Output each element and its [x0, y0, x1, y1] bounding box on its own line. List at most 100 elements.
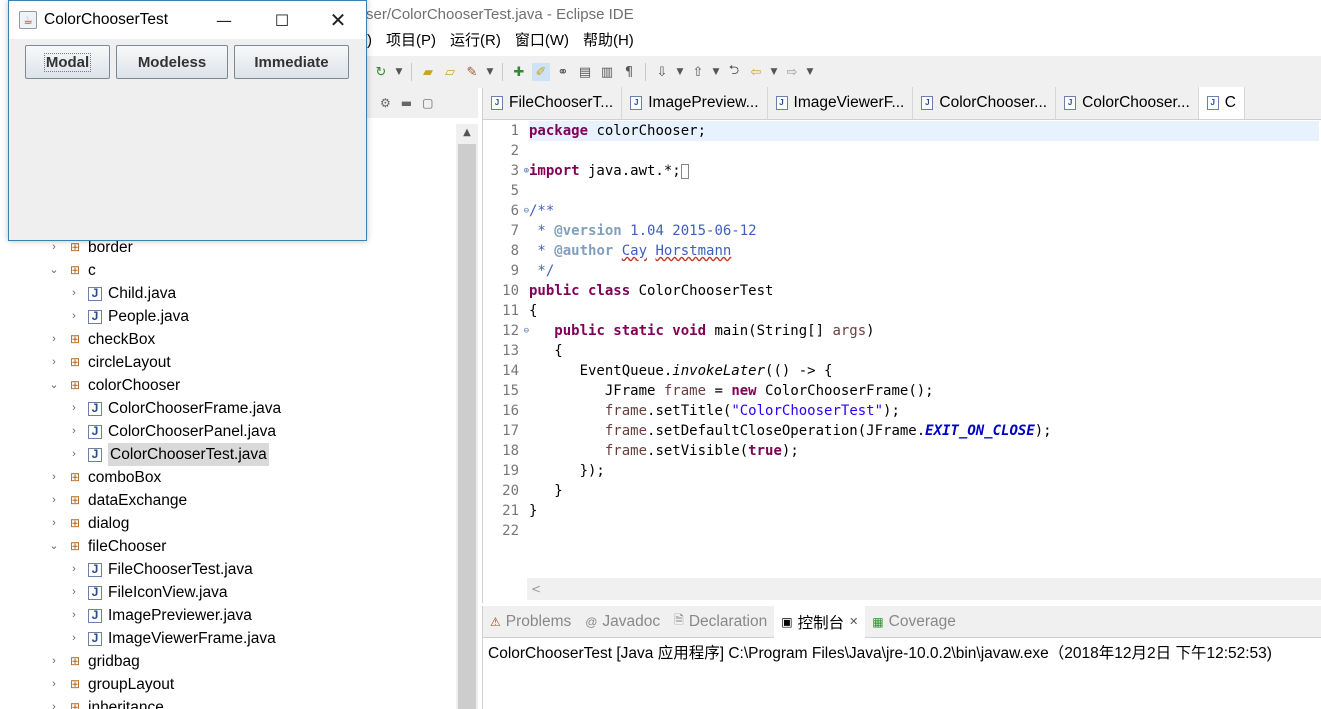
- chevron-right-icon[interactable]: ›: [68, 604, 80, 627]
- modeless-button[interactable]: Modeless: [116, 45, 228, 79]
- tree-package-row[interactable]: › ⊞ groupLayout: [0, 673, 456, 696]
- tab-console[interactable]: ▣ 控制台 ✕: [774, 605, 866, 638]
- wand-icon[interactable]: ✎: [463, 63, 481, 81]
- tab-coverage[interactable]: ▦ Coverage: [865, 606, 963, 638]
- open-project-icon[interactable]: ▱: [441, 63, 459, 81]
- tab-imageviewerframe[interactable]: J ImageViewerF...: [768, 87, 914, 119]
- menu-item-run[interactable]: 运行(R): [443, 30, 508, 52]
- java-file-icon: J: [88, 447, 102, 462]
- maximize-button[interactable]: ☐: [253, 1, 311, 39]
- tree-package-row[interactable]: › ⊞ circleLayout: [0, 351, 456, 374]
- window-titlebar[interactable]: ☕ ColorChooserTest — ☐ ✕: [9, 1, 366, 39]
- chevron-right-icon[interactable]: ›: [68, 397, 80, 420]
- tree-package-row[interactable]: › ⊞ dialog: [0, 512, 456, 535]
- tree-package-row[interactable]: ⌄ ⊞ c: [0, 259, 456, 282]
- tree-package-row[interactable]: ⌄ ⊞ colorChooser: [0, 374, 456, 397]
- tree-file-row[interactable]: › J ImagePreviewer.java: [0, 604, 456, 627]
- chevron-right-icon[interactable]: ›: [68, 627, 80, 650]
- scrollbar-thumb[interactable]: [458, 144, 476, 709]
- chevron-right-icon[interactable]: ›: [68, 420, 80, 443]
- tree-package-row[interactable]: › ⊞ inheritance: [0, 696, 456, 709]
- immediate-button[interactable]: Immediate: [234, 45, 349, 79]
- tab-javadoc[interactable]: @ Javadoc: [578, 606, 667, 638]
- tree-file-row[interactable]: › J ColorChooserPanel.java: [0, 420, 456, 443]
- tab-imagepreviewer[interactable]: J ImagePreview...: [622, 87, 768, 119]
- chevron-down-icon[interactable]: ⌄: [48, 259, 60, 282]
- forward-icon[interactable]: ⇨: [783, 63, 801, 81]
- prev-annotation-icon[interactable]: ⇧: [689, 63, 707, 81]
- tab-filechoosertest[interactable]: J FileChooserT...: [483, 87, 623, 119]
- tree-package-row[interactable]: › ⊞ dataExchange: [0, 489, 456, 512]
- tab-colorchooser-2[interactable]: J ColorChooser...: [1056, 87, 1199, 119]
- open-folder-icon[interactable]: ▰: [419, 63, 437, 81]
- chevron-right-icon[interactable]: ›: [48, 489, 60, 512]
- tree-item-label: c: [88, 262, 96, 279]
- maximize-view-icon[interactable]: ▢: [422, 96, 433, 110]
- tree-package-row[interactable]: › ⊞ gridbag: [0, 650, 456, 673]
- java-file-icon: J: [88, 286, 102, 301]
- modal-button[interactable]: Modal: [25, 45, 110, 79]
- tree-package-row[interactable]: ⌄ ⊞ fileChooser: [0, 535, 456, 558]
- next-annotation-icon[interactable]: ⇩: [653, 63, 671, 81]
- tree-file-row[interactable]: › J FileIconView.java: [0, 581, 456, 604]
- tab-colorchooser-1[interactable]: J ColorChooser...: [913, 87, 1057, 119]
- highlight-icon[interactable]: ✐: [532, 63, 550, 81]
- tree-package-row[interactable]: › ⊞ checkBox: [0, 328, 456, 351]
- chevron-right-icon[interactable]: ›: [68, 443, 80, 466]
- close-icon[interactable]: ✕: [849, 615, 858, 628]
- chevron-right-icon[interactable]: ›: [48, 512, 60, 535]
- scroll-left-icon[interactable]: <: [531, 578, 541, 600]
- menu-item-window[interactable]: 窗口(W): [508, 30, 576, 52]
- chevron-right-icon[interactable]: ›: [68, 282, 80, 305]
- pin-icon[interactable]: ✚: [510, 63, 528, 81]
- menu-item-project[interactable]: 项目(P): [379, 30, 443, 52]
- tree-file-row[interactable]: › J ImageViewerFrame.java: [0, 627, 456, 650]
- scroll-up-icon[interactable]: ▲: [456, 124, 478, 142]
- explorer-scrollbar[interactable]: ▲: [456, 124, 478, 709]
- back-icon[interactable]: ⇦: [747, 63, 765, 81]
- chevron-right-icon[interactable]: ›: [48, 650, 60, 673]
- chevron-right-icon[interactable]: ›: [68, 558, 80, 581]
- tree-file-row[interactable]: › J FileChooserTest.java: [0, 558, 456, 581]
- code-editor[interactable]: 1 2 3 ⊕ 5 6 ⊖ 7 8 9 10 11 12 ⊖ 13 14 15 16 17 18 19 20 21 22 pa…: [483, 121, 1321, 578]
- java-app-icon: ☕: [19, 11, 37, 29]
- code-text[interactable]: package colorChooser; import java.awt.*;…: [529, 121, 1319, 578]
- tab-colorchoosertest-active[interactable]: JC: [1198, 87, 1245, 119]
- last-edit-icon[interactable]: ⮌: [725, 63, 743, 81]
- view-menu-icon[interactable]: ⚙: [380, 96, 391, 110]
- chevron-right-icon[interactable]: ›: [68, 581, 80, 604]
- whitespace-icon[interactable]: ▥: [598, 63, 616, 81]
- dropdown-arrow-icon[interactable]: ▼: [805, 63, 815, 81]
- chevron-right-icon[interactable]: ›: [48, 351, 60, 374]
- chevron-right-icon[interactable]: ›: [48, 328, 60, 351]
- paragraph-icon[interactable]: ¶: [620, 63, 638, 81]
- dropdown-arrow-icon[interactable]: ▼: [675, 63, 685, 81]
- block-select-icon[interactable]: ▤: [576, 63, 594, 81]
- tab-declaration[interactable]: 🗎 Declaration: [667, 606, 774, 638]
- tab-label: FileChooserT...: [509, 94, 614, 111]
- menu-item-help[interactable]: 帮助(H): [576, 30, 641, 52]
- dropdown-arrow-icon[interactable]: ▼: [485, 63, 495, 81]
- close-button[interactable]: ✕: [309, 1, 367, 39]
- chevron-down-icon[interactable]: ⌄: [48, 374, 60, 397]
- minimize-button[interactable]: —: [195, 1, 253, 39]
- tree-file-row[interactable]: › J ColorChooserFrame.java: [0, 397, 456, 420]
- tree-file-row[interactable]: › J People.java: [0, 305, 456, 328]
- dropdown-arrow-icon[interactable]: ▼: [711, 63, 721, 81]
- chevron-right-icon[interactable]: ›: [48, 696, 60, 709]
- minimize-view-icon[interactable]: ▬: [401, 96, 412, 110]
- chevron-right-icon[interactable]: ›: [68, 305, 80, 328]
- tree-package-row[interactable]: › ⊞ comboBox: [0, 466, 456, 489]
- line-number: 21: [502, 503, 519, 519]
- editor-horizontal-scrollbar[interactable]: <: [527, 578, 1321, 600]
- tab-problems[interactable]: ⚠ Problems: [483, 606, 578, 638]
- chevron-right-icon[interactable]: ›: [48, 466, 60, 489]
- tree-file-row[interactable]: › J Child.java: [0, 282, 456, 305]
- dropdown-arrow-icon[interactable]: ▼: [394, 63, 404, 81]
- dropdown-arrow-icon[interactable]: ▼: [769, 63, 779, 81]
- refresh-icon[interactable]: ↻: [372, 63, 390, 81]
- link-icon[interactable]: ⚭: [554, 63, 572, 81]
- tree-file-row[interactable]: › J ColorChooserTest.java: [0, 443, 456, 466]
- chevron-right-icon[interactable]: ›: [48, 673, 60, 696]
- chevron-down-icon[interactable]: ⌄: [48, 535, 60, 558]
